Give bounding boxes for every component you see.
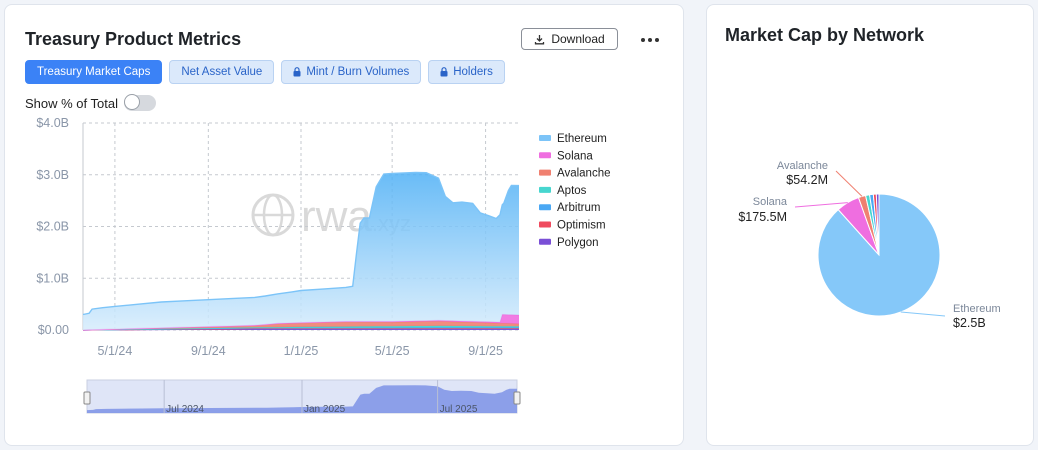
legend-label-avalanche: Avalanche <box>557 168 611 180</box>
legend-swatch-polygon <box>539 238 551 245</box>
y-tick-label: $0.00 <box>38 323 69 337</box>
y-tick-label: $1.0B <box>36 271 69 285</box>
pie-connector-solana <box>794 202 848 208</box>
market-cap-area-chart: rwa.xyz$0.00$1.0B$2.0B$3.0B$4.0B5/1/249/… <box>36 116 611 415</box>
legend-swatch-optimism <box>539 221 551 228</box>
x-tick-label: 5/1/25 <box>375 344 410 358</box>
pie-label-solana: Solana <box>753 196 788 208</box>
pie-value-ethereum: $2.5B <box>953 316 986 330</box>
pie-label-ethereum: Ethereum <box>953 303 1001 315</box>
navigator-label: Jul 2024 <box>166 404 204 415</box>
legend-swatch-solana <box>539 152 551 159</box>
legend-label-aptos: Aptos <box>557 185 587 197</box>
pie-value-solana: $175.5M <box>738 210 787 224</box>
legend-swatch-arbitrum <box>539 204 551 211</box>
legend-swatch-ethereum <box>539 135 551 141</box>
legend-swatch-avalanche <box>539 169 551 176</box>
legend-label-ethereum: Ethereum <box>557 133 607 145</box>
legend-label-optimism: Optimism <box>557 220 606 232</box>
pie-value-avalanche: $54.2M <box>786 173 828 187</box>
pie-connector-ethereum <box>900 311 946 317</box>
market-cap-pie-chart: Ethereum$2.5B Solana $175.5M Avalanche$54.2… <box>738 160 1001 330</box>
y-tick-label: $2.0B <box>36 220 69 234</box>
y-tick-label: $4.0B <box>36 116 69 130</box>
pie-connector-avalanche <box>835 170 863 197</box>
y-tick-label: $3.0B <box>36 168 69 182</box>
x-tick-label: 1/1/25 <box>284 344 319 358</box>
pie-label-avalanche: Avalanche <box>777 160 828 172</box>
legend-label-arbitrum: Arbitrum <box>557 202 600 214</box>
navigator-handle[interactable] <box>83 391 91 405</box>
navigator-label: Jul 2025 <box>440 404 478 415</box>
navigator-handle[interactable] <box>513 391 521 405</box>
network-card: Market Cap by Network Ethereum $2.5B Solan… <box>706 4 1034 446</box>
legend-swatch-aptos <box>539 186 551 193</box>
x-tick-label: 5/1/24 <box>98 344 133 358</box>
metrics-card: Treasury Product Metrics Download Treasu… <box>4 4 684 446</box>
legend-label-solana: Solana <box>557 150 593 162</box>
navigator-label: Jan 2025 <box>304 404 346 415</box>
x-tick-label: 9/1/25 <box>468 344 503 358</box>
x-tick-label: 9/1/24 <box>191 344 226 358</box>
legend-label-polygon: Polygon <box>557 237 599 249</box>
